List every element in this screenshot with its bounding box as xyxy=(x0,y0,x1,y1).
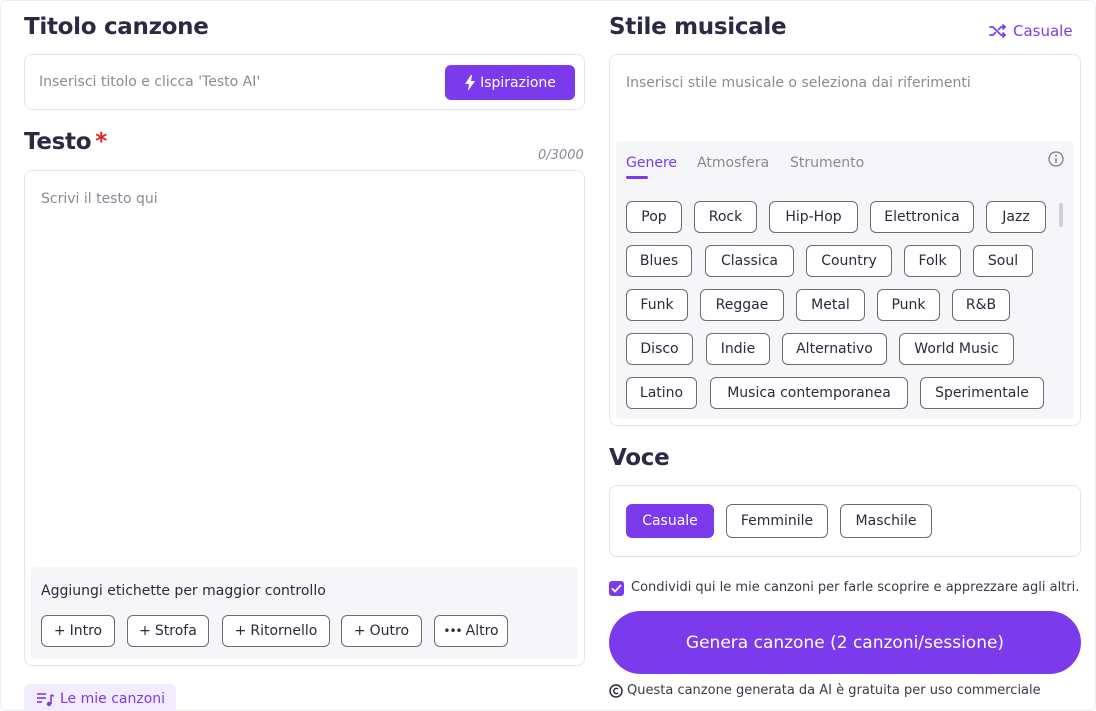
genre-chip[interactable]: Disco xyxy=(626,333,693,365)
genre-chip[interactable]: Blues xyxy=(626,245,692,277)
plus-icon: + xyxy=(353,623,366,639)
lyrics-textarea[interactable]: Scrivi il testo qui xyxy=(41,191,158,207)
tab-atmosfera[interactable]: Atmosfera xyxy=(697,155,769,171)
genre-chip[interactable]: World Music xyxy=(899,333,1014,365)
genre-chip[interactable]: Rock xyxy=(694,201,757,233)
tab-active-indicator xyxy=(626,176,648,179)
genre-chip[interactable]: Jazz xyxy=(986,201,1046,233)
tag-strofa-button[interactable]: + Strofa xyxy=(127,615,209,647)
tag-ritornello-button[interactable]: + Ritornello xyxy=(222,615,330,647)
required-mark: * xyxy=(95,129,107,155)
genre-chip[interactable]: Pop xyxy=(626,201,682,233)
genre-chip[interactable]: Punk xyxy=(877,289,940,321)
genre-chip[interactable]: Metal xyxy=(796,289,865,321)
genre-chip[interactable]: Funk xyxy=(626,289,688,321)
tab-strumento[interactable]: Strumento xyxy=(790,155,864,171)
title-input[interactable]: Inserisci titolo e clicca 'Testo AI' xyxy=(39,74,260,90)
title-input-box[interactable]: Inserisci titolo e clicca 'Testo AI' Isp… xyxy=(24,54,585,110)
random-style-button[interactable]: Casuale xyxy=(989,22,1073,40)
genre-chip[interactable]: Hip-Hop xyxy=(769,201,858,233)
genre-chip[interactable]: R&B xyxy=(952,289,1010,321)
info-icon[interactable] xyxy=(1048,151,1064,167)
more-dots-icon: ••• xyxy=(443,624,462,638)
plus-icon: + xyxy=(53,623,66,639)
commercial-use-note: Questa canzone generata da AI è gratuita… xyxy=(609,683,1041,698)
tag-intro-button[interactable]: + Intro xyxy=(41,615,115,647)
genre-chip[interactable]: Folk xyxy=(904,245,961,277)
lyrics-char-counter: 0/3000 xyxy=(538,148,584,163)
genre-chip[interactable]: Reggae xyxy=(700,289,784,321)
plus-icon: + xyxy=(139,623,151,639)
style-input[interactable]: Inserisci stile musicale o seleziona dai… xyxy=(626,75,971,91)
share-label: Condividi qui le mie canzoni per farle s… xyxy=(631,580,1080,595)
lyrics-heading: Testo * xyxy=(24,129,107,155)
tag-altro-button[interactable]: ••• Altro xyxy=(434,615,508,647)
genre-chip[interactable]: Country xyxy=(806,245,892,277)
music-list-icon xyxy=(37,693,54,707)
tag-outro-button[interactable]: + Outro xyxy=(341,615,422,647)
genre-chip[interactable]: Latino xyxy=(626,377,697,409)
music-style-heading: Stile musicale xyxy=(609,14,787,40)
genre-chip[interactable]: Musica contemporanea xyxy=(710,377,908,409)
genre-chip[interactable]: Soul xyxy=(973,245,1033,277)
song-title-heading: Titolo canzone xyxy=(24,14,209,40)
inspiration-button[interactable]: Ispirazione xyxy=(445,65,575,100)
plus-icon: + xyxy=(234,623,247,639)
voice-casuale-button[interactable]: Casuale xyxy=(626,504,714,538)
copyright-icon xyxy=(609,683,623,698)
generate-song-button[interactable]: Genera canzone (2 canzoni/sessione) xyxy=(609,611,1081,674)
inspiration-label: Ispirazione xyxy=(480,74,556,91)
my-songs-button[interactable]: Le mie canzoni xyxy=(24,684,176,711)
voice-femminile-button[interactable]: Femminile xyxy=(726,504,828,538)
genre-scrollbar[interactable] xyxy=(1059,203,1063,227)
genre-chip[interactable]: Alternativo xyxy=(782,333,887,365)
genre-chip[interactable]: Indie xyxy=(706,333,770,365)
voice-maschile-button[interactable]: Maschile xyxy=(840,504,932,538)
lightning-icon xyxy=(465,74,476,91)
shuffle-icon xyxy=(989,24,1007,38)
tab-genere[interactable]: Genere xyxy=(626,155,677,171)
genre-chip[interactable]: Sperimentale xyxy=(920,377,1044,409)
share-checkbox[interactable] xyxy=(609,581,624,596)
genre-chip[interactable]: Elettronica xyxy=(870,201,974,233)
genre-chip[interactable]: Classica xyxy=(705,245,794,277)
voice-heading: Voce xyxy=(609,445,670,471)
checkmark-icon xyxy=(611,584,622,593)
tags-hint: Aggiungi etichette per maggior controllo xyxy=(41,583,326,599)
